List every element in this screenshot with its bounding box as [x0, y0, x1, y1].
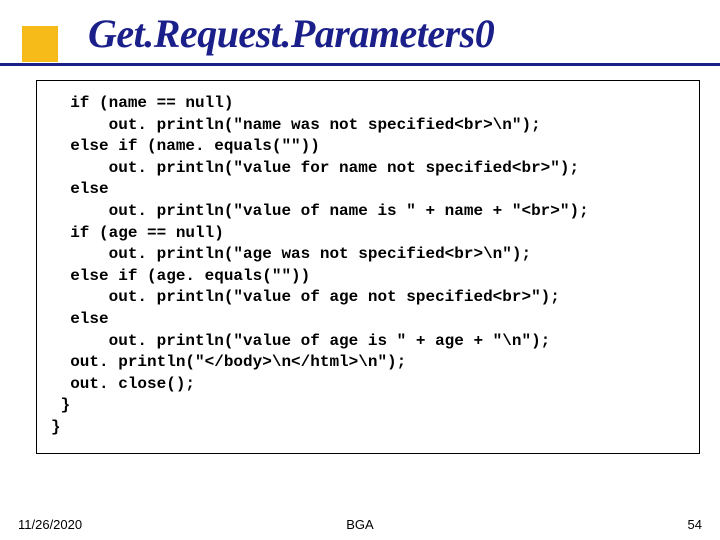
footer-center: BGA: [0, 517, 720, 532]
code-block: if (name == null) out. println("name was…: [36, 80, 700, 454]
footer: 11/26/2020 BGA 54: [0, 517, 720, 532]
title-rule: [0, 63, 720, 66]
accent-square: [22, 26, 58, 62]
slide-title: Get.Request.Parameters0: [88, 10, 720, 57]
